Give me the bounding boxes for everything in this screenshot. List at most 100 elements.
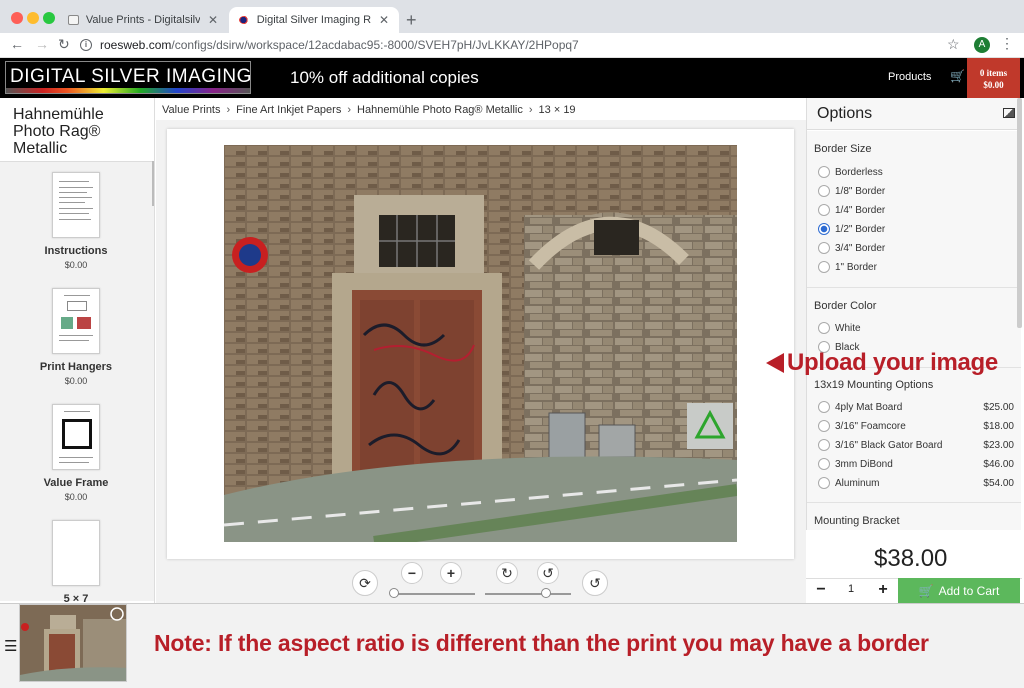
breadcrumb-size: 13 × 19 xyxy=(538,104,576,116)
browser-tab-roes[interactable]: Digital Silver Imaging ROES We… ✕ xyxy=(229,7,399,33)
mounting-bracket-section: Mounting Bracket xyxy=(807,503,1021,533)
mounting-option[interactable]: 3/16" Black Gator Board $23.00 xyxy=(818,437,1014,453)
logo-text: DIGITAL SILVER IMAGING xyxy=(10,66,251,87)
zoom-out-button[interactable]: − xyxy=(401,562,423,584)
radio-selected-icon[interactable] xyxy=(818,223,830,235)
browser-menu-icon[interactable]: ⋮ xyxy=(1000,35,1014,52)
browser-window: Value Prints - Digitalsilverimag… ✕ Digi… xyxy=(0,0,1024,688)
minimize-window-button[interactable] xyxy=(27,12,39,24)
rotate-counterclockwise-icon[interactable]: ↺ xyxy=(537,562,559,584)
quantity-increase-button[interactable]: + xyxy=(870,579,896,601)
radio-icon[interactable] xyxy=(818,439,830,451)
mounting-option[interactable]: 3/16" Foamcore $18.00 xyxy=(818,418,1014,434)
mounting-option[interactable]: Aluminum $54.00 xyxy=(818,475,1014,491)
radio-icon[interactable] xyxy=(818,401,830,413)
rotation-slider-handle[interactable] xyxy=(541,588,551,598)
options-title: Options xyxy=(817,105,873,122)
print-hangers-icon xyxy=(52,288,100,354)
options-scrollbar[interactable] xyxy=(1017,98,1022,328)
door-thumbnail-image xyxy=(20,605,126,681)
product-thumbnail-list: Instructions $0.00 Print Hangers $0.00 V… xyxy=(0,161,154,603)
image-icon[interactable] xyxy=(1003,108,1015,118)
product-sidebar: Hahnemühle Photo Rag® Metallic Instructi… xyxy=(0,98,155,603)
radio-icon[interactable] xyxy=(818,185,830,197)
breadcrumb-value-prints[interactable]: Value Prints xyxy=(162,104,221,116)
mounting-option[interactable]: 3mm DiBond $46.00 xyxy=(818,456,1014,472)
rotate-clockwise-icon[interactable]: ↻ xyxy=(496,562,518,584)
address-bar[interactable]: i roesweb.com/configs/dsirw/workspace/12… xyxy=(80,35,970,55)
aspect-ratio-note: Note: If the aspect ratio is different t… xyxy=(154,630,929,656)
radio-icon[interactable] xyxy=(818,477,830,489)
cart-summary-button[interactable]: 0 items $0.00 xyxy=(967,58,1020,98)
back-icon[interactable]: ← xyxy=(10,36,24,52)
radio-icon[interactable] xyxy=(818,204,830,216)
border-color-label: Border Color xyxy=(814,300,877,312)
thumbnail-print-hangers[interactable]: Print Hangers $0.00 xyxy=(0,288,152,386)
thumbnail-instructions[interactable]: Instructions $0.00 xyxy=(0,172,152,270)
page-icon xyxy=(68,15,79,25)
mounting-option[interactable]: 4ply Mat Board $25.00 xyxy=(818,399,1014,415)
border-option-1-2[interactable]: 1/2" Border xyxy=(818,221,1014,237)
logo-color-stripes xyxy=(6,88,250,93)
option-label: 1" Border xyxy=(835,261,877,273)
option-label: 3/16" Foamcore xyxy=(835,420,906,432)
products-link[interactable]: Products xyxy=(888,71,931,83)
mounting-label: 13x19 Mounting Options xyxy=(814,379,934,391)
rotate-image-button[interactable]: ⟳ xyxy=(352,570,378,596)
total-price: $38.00 xyxy=(874,545,948,572)
thumbnail-scrollbar[interactable] xyxy=(152,161,154,206)
radio-icon[interactable] xyxy=(818,261,830,273)
radio-icon[interactable] xyxy=(818,458,830,470)
thumbnail-value-frame[interactable]: Value Frame $0.00 xyxy=(0,404,152,502)
forward-icon[interactable]: → xyxy=(35,36,49,52)
border-option-borderless[interactable]: Borderless xyxy=(818,164,1014,180)
uploaded-photo[interactable] xyxy=(224,145,737,542)
border-option-1-8[interactable]: 1/8" Border xyxy=(818,183,1014,199)
zoom-slider[interactable] xyxy=(393,593,475,595)
quantity-input[interactable]: 1 xyxy=(836,583,866,595)
url-path: /configs/dsirw/workspace/12acdabac95:-80… xyxy=(171,38,579,52)
radio-icon[interactable] xyxy=(818,166,830,178)
option-label: 1/4" Border xyxy=(835,204,886,216)
option-price: $46.00 xyxy=(983,458,1014,470)
profile-avatar[interactable]: A xyxy=(974,37,990,53)
breadcrumb-fine-art-inkjet[interactable]: Fine Art Inkjet Papers xyxy=(236,104,341,116)
rotation-slider[interactable] xyxy=(485,593,571,595)
border-option-1[interactable]: 1" Border xyxy=(818,259,1014,275)
browser-tab-value-prints[interactable]: Value Prints - Digitalsilverimag… ✕ xyxy=(58,7,228,33)
cart-icon[interactable]: 🛒 xyxy=(950,69,965,83)
bookmark-star-icon[interactable]: ☆ xyxy=(947,36,960,53)
tray-image-thumbnail[interactable] xyxy=(19,604,127,682)
option-label: White xyxy=(835,322,861,334)
site-logo[interactable]: DIGITAL SILVER IMAGING xyxy=(5,61,251,94)
border-color-white[interactable]: White xyxy=(818,320,1014,336)
option-price: $18.00 xyxy=(983,420,1014,432)
radio-icon[interactable] xyxy=(818,322,830,334)
radio-icon[interactable] xyxy=(818,420,830,432)
new-tab-icon[interactable]: + xyxy=(406,10,417,31)
close-tab-icon[interactable]: ✕ xyxy=(379,13,389,27)
zoom-in-button[interactable]: + xyxy=(440,562,462,584)
quantity-decrease-button[interactable]: − xyxy=(808,579,834,601)
close-tab-icon[interactable]: ✕ xyxy=(208,13,218,27)
add-to-cart-button[interactable]: 🛒 Add to Cart xyxy=(898,578,1020,603)
reload-icon[interactable]: ↻ xyxy=(58,36,70,53)
border-option-3-4[interactable]: 3/4" Border xyxy=(818,240,1014,256)
breadcrumb-photo-rag-metallic[interactable]: Hahnemühle Photo Rag® Metallic xyxy=(357,104,523,116)
reset-image-button[interactable]: ↺ xyxy=(582,570,608,596)
option-label: 4ply Mat Board xyxy=(835,401,903,413)
option-label: 3mm DiBond xyxy=(835,458,893,470)
zoom-slider-handle[interactable] xyxy=(389,588,399,598)
thumbnail-5x7[interactable]: 5 × 7 xyxy=(0,520,152,603)
close-window-button[interactable] xyxy=(11,12,23,24)
menu-icon[interactable]: ☰ xyxy=(4,637,17,655)
thumbnail-name: 5 × 7 xyxy=(63,593,89,603)
mounting-bracket-label: Mounting Bracket xyxy=(814,515,900,527)
info-icon[interactable]: i xyxy=(80,39,92,51)
chevron-right-icon: › xyxy=(528,104,533,116)
maximize-window-button[interactable] xyxy=(43,12,55,24)
radio-icon[interactable] xyxy=(818,242,830,254)
border-option-1-4[interactable]: 1/4" Border xyxy=(818,202,1014,218)
option-label: Aluminum xyxy=(835,477,880,489)
option-price: $25.00 xyxy=(983,401,1014,413)
